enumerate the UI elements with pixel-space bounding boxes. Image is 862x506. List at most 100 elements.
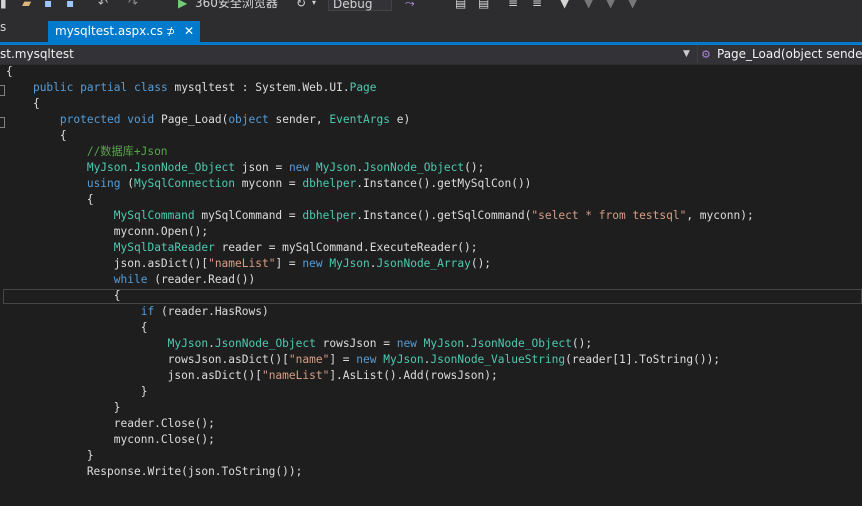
bookmark-next-icon[interactable]: ▼ (606, 0, 615, 11)
code-token: JsonNode_Array (376, 257, 471, 270)
code-token: ].AsList().Add(rowsJson); (329, 369, 498, 382)
code-token: using (86, 177, 121, 190)
code-token: (reader.HasRows) (154, 305, 269, 318)
member-selector[interactable]: ⚙ Page_Load(object sender (697, 45, 862, 64)
code-token: MySqlConnection (134, 177, 236, 190)
class-selector[interactable]: st.mysqltest ▼ (0, 45, 697, 64)
toolbar-icon-e[interactable]: ≡ (532, 0, 542, 11)
chevron-down-icon[interactable]: ▾ (312, 0, 316, 11)
redo-icon[interactable]: ↷ (128, 0, 138, 11)
code-token: ] = (275, 257, 303, 270)
code-token: { (6, 289, 121, 302)
code-line[interactable]: protected void Page_Load(object sender, … (6, 112, 410, 128)
code-token: new (356, 353, 377, 366)
code-token: json.asDict()[ (6, 369, 262, 382)
code-token: partial (80, 81, 128, 94)
toolbar-icon-c[interactable]: ▤ (478, 0, 489, 11)
code-token: dbhelper (302, 177, 357, 190)
code-line[interactable]: MySqlCommand mySqlCommand = dbhelper.Ins… (6, 208, 754, 224)
code-line[interactable]: { (6, 96, 40, 112)
code-line[interactable]: Response.Write(json.ToString()); (6, 464, 303, 480)
code-line[interactable]: { (6, 128, 67, 144)
code-line[interactable]: rowsJson.asDict()["name"] = new MyJson.J… (6, 352, 720, 368)
save-icon[interactable]: ▪ (44, 0, 52, 11)
code-token: EventArgs (329, 113, 390, 126)
collapse-marker[interactable] (0, 117, 5, 128)
code-line[interactable]: MySqlDataReader reader = mySqlCommand.Ex… (6, 240, 478, 256)
code-editor[interactable]: { public partial class mysqltest : Syste… (0, 65, 862, 506)
code-line[interactable]: if (reader.HasRows) (6, 304, 269, 320)
bookmark-clear-icon[interactable]: ▼ (628, 0, 637, 11)
code-line[interactable]: } (6, 448, 94, 464)
code-token: JsonNode_Object (363, 161, 465, 174)
code-line[interactable]: reader.Close(); (6, 416, 215, 432)
code-token: . (208, 337, 215, 350)
config-select[interactable]: Debug (328, 0, 392, 11)
code-line[interactable]: { (6, 320, 148, 336)
tab-previous[interactable]: s (0, 17, 6, 37)
code-token: { (6, 129, 67, 142)
run-icon[interactable]: ▶ (178, 0, 187, 11)
code-token: MyJson (86, 161, 128, 174)
code-token: sender, (268, 113, 330, 126)
open-folder-icon[interactable]: ▰ (22, 0, 31, 11)
code-token: Page (349, 81, 377, 94)
class-selector-value: st.mysqltest (0, 47, 74, 61)
code-line[interactable]: public partial class mysqltest : System.… (6, 80, 377, 96)
code-line[interactable]: MyJson.JsonNode_Object json = new MyJson… (6, 160, 485, 176)
code-token: public (32, 81, 74, 94)
refresh-icon[interactable]: ↻ (296, 0, 306, 11)
code-line[interactable]: { (6, 192, 94, 208)
code-token: .Instance().getSqlCommand( (356, 209, 532, 222)
code-token: (); (571, 337, 593, 350)
code-token: MySqlCommand (113, 209, 195, 222)
code-line[interactable]: } (6, 384, 148, 400)
code-token: new (396, 337, 417, 350)
code-line[interactable]: while (reader.Read()) (6, 272, 255, 288)
undo-icon[interactable]: ↶ (98, 0, 108, 11)
code-token: myconn = (235, 177, 303, 190)
code-line[interactable]: using (MySqlConnection myconn = dbhelper… (6, 176, 532, 192)
code-token: MyJson (423, 337, 465, 350)
toolbar: ▮ ▰ ▪ ▪ ↶ ↷ ▶ 360安全浏览器 ↻ ▾ Debug ⤳ ▤ ▤ ≡… (0, 0, 862, 11)
code-token: . (464, 337, 471, 350)
pin-icon[interactable]: ⊅ (166, 21, 175, 42)
code-line[interactable]: json.asDict()["nameList"] = new MyJson.J… (6, 256, 491, 272)
debug-attach-icon[interactable]: ⤳ (405, 0, 415, 11)
code-token: (); (470, 257, 492, 270)
code-token: JsonNode_Object (134, 161, 236, 174)
code-token: Response.Write(json.ToString()); (6, 465, 303, 478)
code-line[interactable]: myconn.Open(); (6, 224, 208, 240)
code-line[interactable]: json.asDict()["nameList"].AsList().Add(r… (6, 368, 498, 384)
code-line[interactable]: { (6, 64, 13, 80)
code-token: json.asDict()[ (6, 257, 209, 270)
code-token: { (6, 65, 13, 78)
toolbar-icon-d[interactable]: ≡ (508, 0, 518, 11)
code-token: Page_Load( (154, 113, 229, 126)
browser-label[interactable]: 360安全浏览器 (195, 0, 278, 11)
save-all-icon[interactable]: ▪ (66, 0, 74, 11)
code-line[interactable]: } (6, 400, 121, 416)
toolbar-icon-a[interactable]: ▮ (0, 0, 7, 11)
tab-mysqltest-aspx-cs[interactable]: mysqltest.aspx.cs ⊅ ✕ (48, 21, 200, 42)
code-token: . (127, 161, 134, 174)
code-line[interactable]: { (6, 288, 121, 304)
close-icon[interactable]: ✕ (184, 21, 194, 42)
code-token: void (127, 113, 155, 126)
code-line[interactable]: myconn.Close(); (6, 432, 215, 448)
code-token: { (6, 321, 148, 334)
bookmark-icon[interactable]: ▼ (560, 0, 569, 11)
code-token: } (6, 385, 148, 398)
current-line-highlight (3, 289, 862, 304)
collapse-marker[interactable] (0, 85, 5, 96)
code-token: { (6, 193, 94, 206)
code-line[interactable]: //数据库+Json (6, 144, 168, 160)
bookmark-prev-icon[interactable]: ▼ (584, 0, 593, 11)
toolbar-icon-b[interactable]: ▤ (455, 0, 466, 11)
code-token: (reader.Read()) (147, 273, 256, 286)
code-line[interactable]: MyJson.JsonNode_Object rowsJson = new My… (6, 336, 592, 352)
